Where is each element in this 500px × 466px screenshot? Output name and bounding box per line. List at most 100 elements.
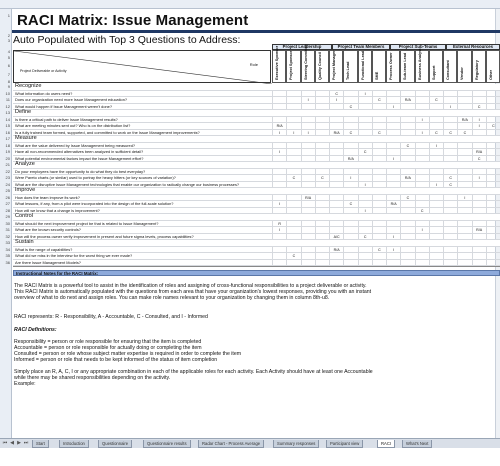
tab-prev-icon[interactable]: ◀ — [9, 440, 15, 447]
role-name: Sub-team Lead — [403, 52, 408, 80]
role-name: SME — [374, 71, 379, 80]
row-number[interactable]: 31 — [0, 228, 11, 232]
row-number[interactable]: 33 — [0, 241, 11, 245]
role-column-header: Project Sponsor — [286, 50, 301, 83]
sheet-tab[interactable]: What's Next — [402, 440, 433, 448]
row-number-gutter: 1 2 3 4 5 6 7 8 9 10 11 12 13 14 15 16 17 18 19 20 21 22 23 24 2… — [0, 9, 12, 438]
sheet-tab[interactable]: Participant view — [326, 440, 364, 448]
row-number[interactable]: 3 — [0, 39, 11, 43]
role-column-header: Executive Sponsor — [272, 46, 287, 83]
row-number[interactable]: 28 — [0, 208, 11, 213]
tab-first-icon[interactable]: ⏮ — [2, 440, 8, 447]
role-name: Business Analyst — [417, 48, 422, 80]
role-column-header: Business Analyst — [414, 48, 429, 83]
role-name: Executive Sponsor — [275, 45, 280, 80]
role-name: Tech Lead — [346, 61, 351, 81]
role-name: Quality Council — [317, 52, 322, 80]
instructions-example: Example: — [14, 381, 36, 387]
instructions-paragraph-2: Simply place an R, A, C, I or any approp… — [14, 369, 373, 382]
row-number[interactable]: 12 — [0, 104, 11, 109]
row-number[interactable]: 15 — [0, 124, 11, 128]
role-name: Consultant — [446, 60, 451, 80]
section-label: Recognize — [15, 83, 42, 89]
section-label: Analyze — [15, 161, 35, 167]
role-name: Regulatory — [474, 60, 479, 80]
instructions-raci-represents: RACI represents: R - Responsibility, A -… — [14, 314, 208, 320]
row-number[interactable]: 11 — [0, 98, 11, 102]
sheet-tab[interactable]: Questionnaire results — [143, 440, 191, 448]
section-label: Sustain — [15, 239, 34, 245]
sheet-tab[interactable]: Questionnaire — [98, 440, 133, 448]
row-number[interactable]: 10 — [0, 91, 11, 96]
role-column-header: Tech Lead — [343, 50, 358, 83]
role-column-header: SME — [371, 50, 386, 83]
role-name: Project Manager — [332, 50, 337, 80]
row-number[interactable]: 9 — [0, 85, 11, 89]
sheet-tab[interactable]: RACI — [377, 440, 396, 448]
row-number[interactable]: 4 — [0, 50, 11, 54]
role-deliverable-header: Role Project Deliverable or Activity — [13, 50, 272, 84]
sheet-tab[interactable]: Summary responses — [273, 440, 320, 448]
instructions-paragraph-1: The RACI Matrix is a powerful tool to as… — [14, 283, 372, 302]
sheet-tab[interactable]: Radar Chart - Process Average — [198, 440, 265, 448]
row-number[interactable]: 23 — [0, 176, 11, 180]
row-number[interactable]: 21 — [0, 163, 11, 167]
row-number[interactable]: 18 — [0, 143, 11, 148]
sheet-tab[interactable]: Introduction — [59, 440, 89, 448]
role-label: Role — [249, 62, 258, 67]
role-column-header: Other — [485, 50, 500, 83]
row-number[interactable]: 35 — [0, 254, 11, 258]
role-column-header: Sub-team Lead — [400, 50, 415, 83]
title-underline — [12, 30, 500, 33]
row-number[interactable]: 13 — [0, 111, 11, 115]
row-number[interactable]: 29 — [0, 215, 11, 219]
role-column-header: Project Manager — [329, 50, 344, 83]
role-name: Other — [488, 69, 493, 80]
row-number[interactable]: 32 — [0, 234, 11, 239]
tab-last-icon[interactable]: ⏭ — [23, 440, 29, 447]
section-label: Control — [15, 213, 34, 219]
row-number[interactable]: 24 — [0, 182, 11, 187]
section-label: Improve — [15, 187, 36, 193]
tab-next-icon[interactable]: ▶ — [16, 440, 22, 447]
row-number[interactable]: 34 — [0, 247, 11, 252]
row-number[interactable]: 14 — [0, 117, 11, 122]
role-name: Functional Lead — [360, 50, 365, 80]
role-column-header: Regulatory — [471, 50, 486, 83]
row-number[interactable]: 5 — [0, 56, 11, 60]
row-number[interactable]: 27 — [0, 202, 11, 206]
row-number[interactable]: 36 — [0, 260, 11, 265]
role-name: Vendor — [460, 67, 465, 80]
section-label: Define — [15, 109, 32, 115]
row-number[interactable]: 17 — [0, 137, 11, 141]
sheet-tab[interactable]: Start — [32, 440, 49, 448]
grid-bottom-border — [13, 266, 500, 267]
row-number[interactable]: 16 — [0, 130, 11, 135]
page-subtitle: Auto Populated with Top 3 Questions to A… — [13, 34, 241, 46]
row-number[interactable]: 6 — [0, 64, 11, 68]
role-column-header: Support — [428, 50, 443, 83]
bottom-area — [0, 448, 500, 466]
row-number[interactable]: 7 — [0, 73, 11, 77]
row-number[interactable]: 1 — [0, 14, 11, 18]
role-column-header: Steering Committee — [300, 44, 315, 83]
row-number[interactable]: 26 — [0, 195, 11, 200]
column-header-bar — [0, 0, 500, 9]
row-number[interactable]: 19 — [0, 150, 11, 154]
sheet-tabs-bar: ⏮ ◀ ▶ ⏭ Start Introduction Questionnaire Qu… — [0, 438, 500, 448]
role-column-header: Quality Council — [314, 50, 329, 83]
deliverable-label: Project Deliverable or Activity — [20, 69, 67, 73]
role-column-header: Consultant — [443, 50, 458, 83]
instructions-definitions-heading: RACI Definitions: — [14, 327, 57, 333]
row-number[interactable]: 25 — [0, 189, 11, 193]
role-column-header: Vendor — [457, 50, 472, 83]
row-number[interactable]: 20 — [0, 156, 11, 161]
role-column-header: Functional Lead — [357, 50, 372, 83]
raci-grid: Recognize What information do users need?… — [13, 83, 500, 266]
role-name: Project Sponsor — [289, 50, 294, 80]
row-number[interactable]: 30 — [0, 221, 11, 226]
role-column-header: Process Owner — [386, 50, 401, 83]
row-number[interactable]: 22 — [0, 169, 11, 174]
section-label: Measure — [15, 135, 37, 141]
role-name: Process Owner — [389, 52, 394, 80]
